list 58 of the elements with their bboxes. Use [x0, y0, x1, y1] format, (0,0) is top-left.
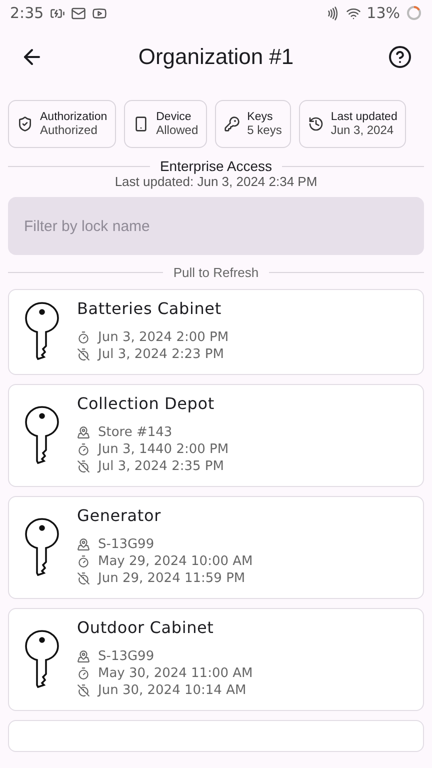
timer-icon [77, 443, 90, 456]
timer-off-icon [77, 684, 90, 697]
lock-detail: Jun 29, 2024 11:59 PM [98, 571, 246, 586]
key-icon [25, 630, 59, 688]
battery-percent: 13% [366, 4, 400, 22]
lock-card[interactable]: Collection Depot Store #143 Jun 3, 1440 2:00 PM Jul 3, 2024 2:35 PM [8, 384, 424, 487]
lock-name: Generator [77, 506, 162, 525]
lock-card[interactable]: Batteries Cabinet Jun 3, 2024 2:00 PM Jul 3, 2024 2:23 PM [8, 289, 424, 375]
lock-card[interactable]: Outdoor Cabinet S-13G99 May 30, 2024 11:00 AM Jun 30, 2024 10:14 AM [8, 608, 424, 711]
lock-detail: Jul 3, 2024 2:35 PM [98, 459, 224, 474]
lock-detail: S-13G99 [98, 537, 154, 552]
video-icon [92, 6, 107, 20]
history-icon [308, 116, 324, 132]
timer-off-icon [77, 460, 90, 473]
key-icon [25, 518, 59, 576]
lock-name: Collection Depot [77, 394, 216, 413]
chip-label: Last updated [330, 111, 398, 123]
lock-name: Outdoor Cabinet [77, 618, 215, 637]
chip-value: 5 keys [247, 123, 282, 137]
timer-off-icon [77, 572, 90, 585]
lock-card[interactable]: Generator S-13G99 May 29, 2024 10:00 AM Jun 29, 2024 11:59 PM [8, 496, 424, 599]
lock-detail: S-13G99 [98, 649, 154, 664]
map-pin-icon [77, 538, 90, 551]
key-icon [224, 116, 240, 132]
chip-label: Authorization [40, 111, 108, 123]
chip-value: Allowed [156, 123, 198, 137]
pull-to-refresh-text: Pull to Refresh [173, 265, 259, 280]
status-time: 2:35 [10, 4, 44, 22]
map-pin-icon [77, 650, 90, 663]
chip-value: Jun 3, 2024 [330, 123, 395, 137]
chip-label: Keys [247, 111, 274, 123]
battery-ring-icon [406, 5, 422, 21]
shield-check-icon [17, 116, 33, 132]
chip-value: Authorized [40, 123, 98, 137]
wifi-icon [346, 6, 361, 20]
mail-icon [70, 6, 86, 20]
page-title: Organization #1 [137, 44, 295, 70]
phone-icon [133, 116, 150, 132]
lock-detail: Jun 3, 1440 2:00 PM [98, 442, 229, 457]
lock-detail: May 29, 2024 10:00 AM [98, 554, 253, 569]
lock-detail: Store #143 [98, 425, 172, 440]
timer-icon [77, 555, 90, 568]
chip-label: Device [156, 111, 192, 123]
lock-detail: Jul 3, 2024 2:23 PM [98, 347, 224, 362]
filter-field[interactable]: Filter by lock name [8, 197, 424, 255]
key-icon [25, 406, 59, 464]
help-icon [388, 45, 412, 69]
timer-off-icon [77, 348, 90, 361]
section-title: Enterprise Access [160, 158, 272, 174]
lock-detail: Jun 3, 2024 2:00 PM [98, 330, 229, 345]
timer-icon [77, 331, 90, 344]
key-icon [25, 302, 59, 360]
last-updated-text: Last updated: Jun 3, 2024 2:34 PM [114, 174, 318, 189]
timer-icon [77, 667, 90, 680]
lock-detail: Jun 30, 2024 10:14 AM [98, 683, 246, 698]
map-pin-icon [77, 426, 90, 439]
lock-name: Batteries Cabinet [77, 299, 222, 318]
lock-detail: May 30, 2024 11:00 AM [98, 666, 253, 681]
